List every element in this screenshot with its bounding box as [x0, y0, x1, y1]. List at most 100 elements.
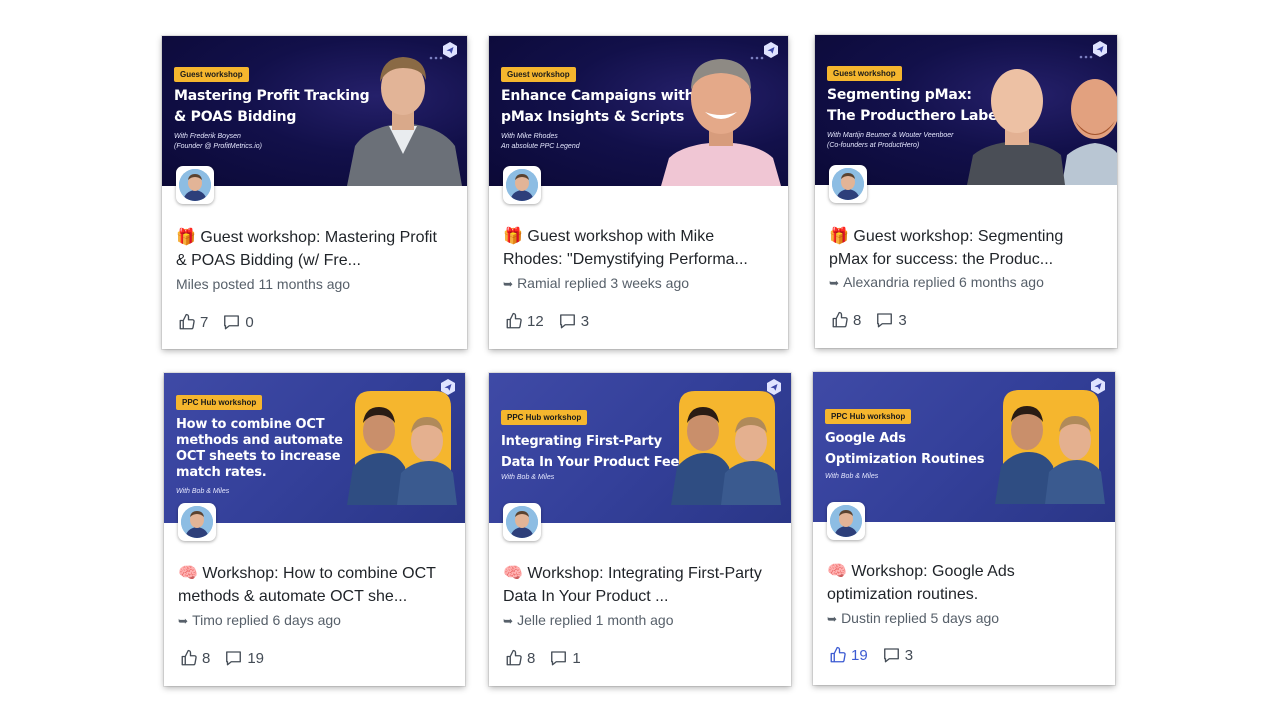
banner-subtitle: With Bob & Miles: [176, 488, 230, 495]
comment-count: 19: [247, 649, 265, 667]
comment-button[interactable]: 3: [882, 646, 913, 664]
banner-subtitle: With Frederik Boysen (Founder @ ProfitMe…: [174, 133, 263, 150]
banner-tag: Guest workshop: [827, 66, 902, 81]
post-stats: 8 1: [505, 649, 581, 667]
banner-tag: Guest workshop: [174, 67, 249, 82]
post-card[interactable]: Guest workshop Segmenting pMax: The Prod…: [815, 35, 1117, 348]
thumbs-up-icon: [179, 313, 195, 330]
author-avatar[interactable]: [503, 503, 541, 541]
like-count: 8: [853, 311, 862, 329]
banner-tag: Guest workshop: [501, 67, 576, 82]
post-title[interactable]: 🎁 Guest workshop: Mastering Profit & POA…: [176, 226, 453, 272]
post-banner: Guest workshop Enhance Campaigns with pM…: [489, 36, 788, 186]
thumbs-up-icon: [830, 646, 846, 663]
banner-title: How to combine OCT methods and automate …: [176, 417, 343, 480]
post-title[interactable]: 🧠 Workshop: Google Ads optimization rout…: [827, 560, 1101, 606]
comment-button[interactable]: 19: [224, 649, 264, 667]
banner-tag: PPC Hub workshop: [501, 410, 588, 425]
banner-subtitle: With Mike Rhodes An absolute PPC Legend: [501, 133, 580, 150]
author-avatar[interactable]: [503, 166, 541, 204]
post-banner: PPC Hub workshop Google Ads Optimization…: [813, 372, 1115, 522]
speaker-photo: [347, 57, 462, 186]
post-stats: 8 19: [180, 649, 264, 667]
like-button[interactable]: 7: [178, 313, 208, 331]
reply-arrow-icon: ➥: [829, 276, 840, 290]
like-count: 12: [527, 312, 544, 330]
post-meta: ➥ Alexandria replied 6 months ago: [829, 274, 1044, 290]
post-meta-text: Alexandria replied 6 months ago: [843, 274, 1044, 290]
post-meta: ➥ Ramial replied 3 weeks ago: [503, 275, 689, 291]
thumbs-up-icon: [181, 649, 197, 666]
comment-button[interactable]: 3: [875, 311, 907, 329]
author-avatar[interactable]: [827, 502, 865, 540]
comment-icon: [551, 651, 567, 666]
like-count: 8: [202, 649, 211, 667]
post-banner: Guest workshop Mastering Profit Tracking…: [162, 36, 467, 186]
banner-subtitle: With Bob & Miles: [825, 473, 879, 480]
comment-count: 3: [580, 312, 590, 330]
comment-icon: [883, 648, 899, 663]
post-card[interactable]: PPC Hub workshop Integrating First-Party…: [489, 373, 791, 686]
like-count: 7: [200, 313, 209, 331]
thumbs-up-icon: [832, 311, 848, 328]
speaker-photo: [661, 59, 781, 186]
post-meta: Miles posted 11 months ago: [176, 276, 351, 292]
reply-arrow-icon: ➥: [503, 614, 514, 628]
comment-icon: [559, 314, 575, 329]
reply-arrow-icon: ➥: [178, 614, 189, 628]
post-banner: PPC Hub workshop How to combine OCT meth…: [164, 373, 465, 523]
banner-title: Integrating First-Party Data In Your Pro…: [501, 434, 689, 470]
author-avatar[interactable]: [176, 166, 214, 204]
author-avatar[interactable]: [178, 503, 216, 541]
post-stats: 19 3: [829, 646, 913, 664]
post-banner: PPC Hub workshop Integrating First-Party…: [489, 373, 791, 523]
comment-icon: [226, 651, 242, 666]
post-card[interactable]: Guest workshop Mastering Profit Tracking…: [162, 36, 467, 349]
like-button[interactable]: 12: [505, 312, 544, 330]
comment-button[interactable]: 3: [558, 312, 589, 330]
post-card[interactable]: PPC Hub workshop Google Ads Optimization…: [813, 372, 1115, 685]
post-meta: ➥ Timo replied 6 days ago: [178, 612, 341, 628]
post-card[interactable]: Guest workshop Enhance Campaigns with pM…: [489, 36, 788, 349]
like-button[interactable]: 19: [829, 646, 868, 664]
post-meta-text: Dustin replied 5 days ago: [841, 610, 1000, 626]
send-icon: [1093, 41, 1107, 57]
reply-arrow-icon: ➥: [503, 277, 514, 291]
post-title[interactable]: 🎁 Guest workshop: Segmenting pMax for su…: [829, 225, 1103, 271]
post-stats: 8 3: [831, 311, 907, 329]
comment-count: 1: [572, 649, 581, 667]
post-stats: 7 0: [178, 313, 254, 331]
post-title[interactable]: 🎁 Guest workshop with Mike Rhodes: "Demy…: [503, 225, 774, 271]
banner-title: Google Ads Optimization Routines: [825, 431, 985, 467]
hosts-photo: [995, 390, 1105, 504]
post-meta: ➥ Jelle replied 1 month ago: [503, 612, 674, 628]
banner-subtitle: With Bob & Miles: [501, 474, 555, 481]
post-meta: ➥ Dustin replied 5 days ago: [827, 610, 999, 626]
post-meta-text: Jelle replied 1 month ago: [517, 612, 674, 628]
like-button[interactable]: 8: [505, 649, 535, 667]
banner-tag: PPC Hub workshop: [176, 395, 263, 410]
like-count: 19: [851, 646, 868, 664]
post-stats: 12 3: [505, 312, 589, 330]
post-meta-text: Ramial replied 3 weeks ago: [517, 275, 690, 291]
post-meta-text: Timo replied 6 days ago: [192, 612, 341, 628]
hosts-photo: [671, 391, 781, 505]
comment-button[interactable]: 0: [222, 313, 254, 331]
reply-arrow-icon: ➥: [827, 612, 838, 626]
like-button[interactable]: 8: [180, 649, 210, 667]
post-banner: Guest workshop Segmenting pMax: The Prod…: [815, 35, 1117, 185]
like-button[interactable]: 8: [831, 311, 861, 329]
post-title[interactable]: 🧠 Workshop: Integrating First-Party Data…: [503, 562, 777, 608]
hosts-photo: [347, 391, 457, 505]
comment-icon: [224, 315, 240, 330]
speakers-photo: [967, 69, 1117, 185]
comment-button[interactable]: 1: [549, 649, 581, 667]
thumbs-up-icon: [506, 312, 522, 329]
banner-subtitle: With Martijn Beumer & Wouter Veenboer (C…: [827, 132, 954, 149]
author-avatar[interactable]: [829, 165, 867, 203]
comment-count: 3: [898, 311, 907, 329]
like-count: 8: [527, 649, 536, 667]
post-card[interactable]: PPC Hub workshop How to combine OCT meth…: [164, 373, 465, 686]
thumbs-up-icon: [506, 649, 522, 666]
post-title[interactable]: 🧠 Workshop: How to combine OCT methods &…: [178, 562, 451, 608]
